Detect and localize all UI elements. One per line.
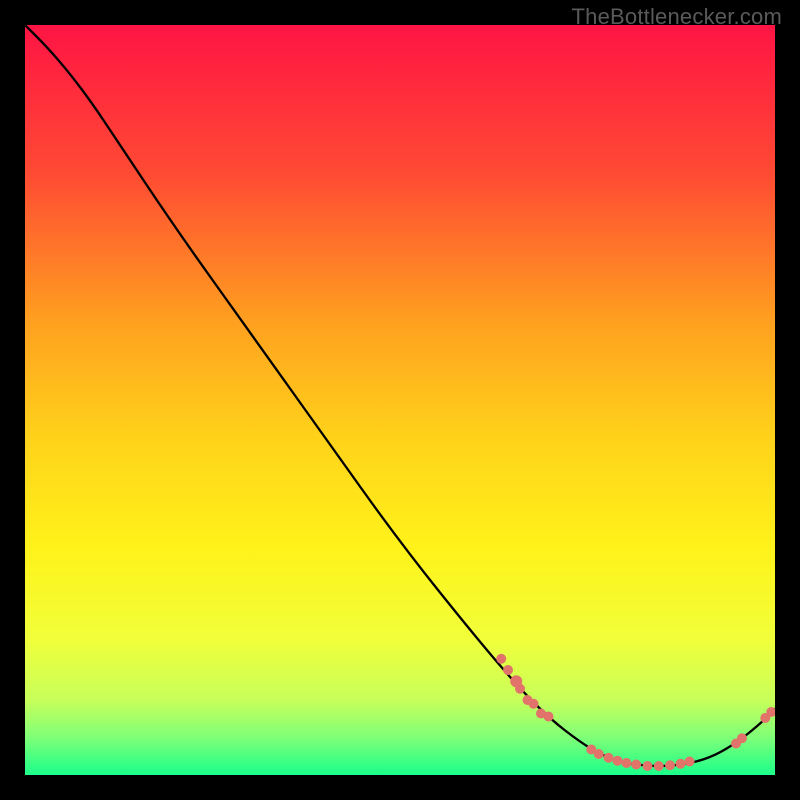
scatter-point [685, 757, 695, 767]
scatter-point [515, 684, 525, 694]
scatter-point [654, 761, 664, 771]
scatter-point [604, 753, 614, 763]
scatter-point [665, 760, 675, 770]
scatter-point [643, 761, 653, 771]
scatter-point [631, 760, 641, 770]
scatter-point [622, 758, 632, 768]
scatter-point [613, 756, 623, 766]
chart-plot-area [25, 25, 775, 775]
chart-svg [25, 25, 775, 775]
scatter-point [737, 733, 747, 743]
scatter-point [594, 749, 604, 759]
scatter-point [676, 759, 686, 769]
watermark-label: TheBottlenecker.com [572, 4, 782, 30]
scatter-point [503, 665, 513, 675]
gradient-background [25, 25, 775, 775]
scatter-point [496, 654, 506, 664]
scatter-point [529, 699, 539, 709]
scatter-point [544, 712, 554, 722]
